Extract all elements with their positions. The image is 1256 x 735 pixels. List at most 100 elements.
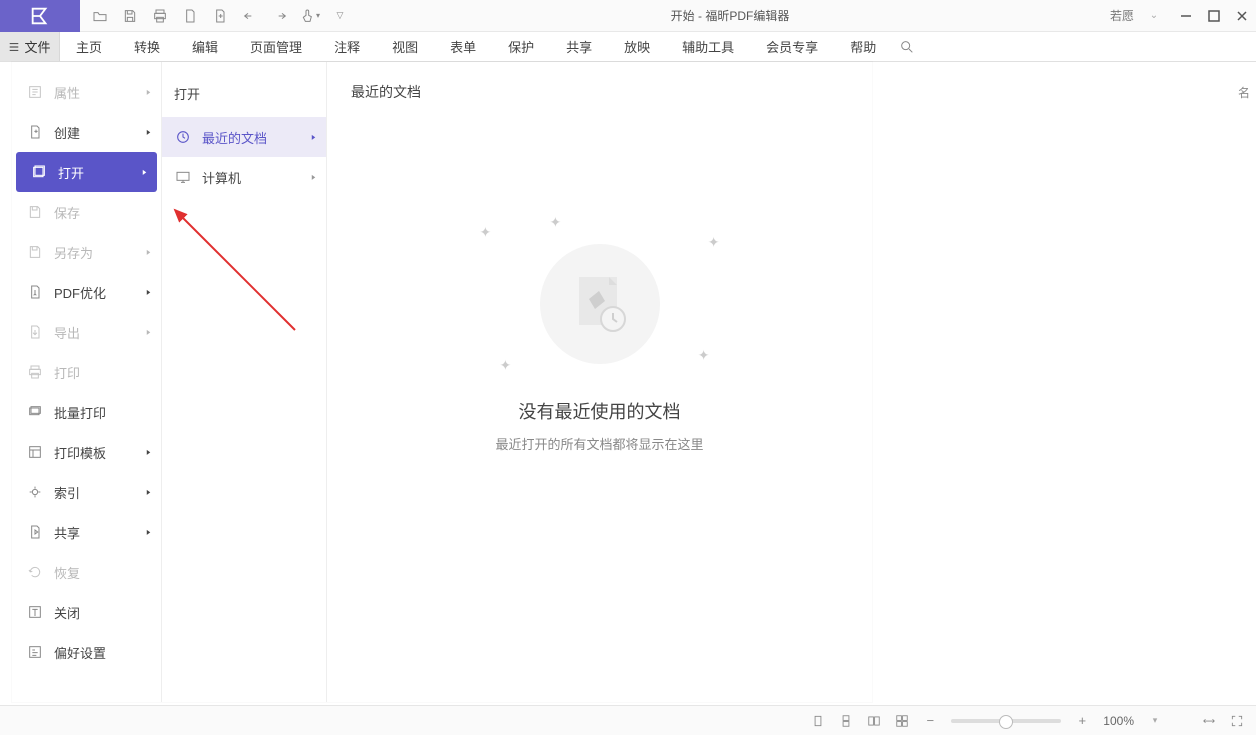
nav-create[interactable]: 创建▸ <box>12 112 161 152</box>
nav-label: 打印模板 <box>54 443 106 462</box>
empty-illustration <box>540 244 660 364</box>
zoom-slider[interactable] <box>951 719 1061 723</box>
nav-label: 恢复 <box>54 563 80 582</box>
zoom-out-icon[interactable]: − <box>919 710 941 732</box>
empty-subtitle: 最近打开的所有文档都将显示在这里 <box>495 434 703 453</box>
clock-icon <box>174 128 192 146</box>
save-as-icon <box>26 243 44 261</box>
qat-dropdown-icon[interactable]: ▽ <box>326 2 354 30</box>
content-title: 最近的文档 <box>351 82 848 102</box>
nav-label: 另存为 <box>54 243 93 262</box>
user-dropdown-icon[interactable]: ⌄ <box>1140 2 1168 30</box>
subnav-recent[interactable]: 最近的文档 ▸ <box>162 117 326 157</box>
nav-label: 保存 <box>54 203 80 222</box>
nav-save[interactable]: 保存 <box>12 192 161 232</box>
nav-label: 共享 <box>54 523 80 542</box>
nav-print-template[interactable]: 打印模板▸ <box>12 432 161 472</box>
nav-share[interactable]: 共享▸ <box>12 512 161 552</box>
view-facing-cont-icon[interactable] <box>891 710 913 732</box>
create-icon <box>26 123 44 141</box>
quick-access-toolbar: ▾ ▽ <box>80 2 360 30</box>
nav-index[interactable]: 索引▸ <box>12 472 161 512</box>
nav-recover[interactable]: 恢复 <box>12 552 161 592</box>
nav-label: 打印 <box>54 363 80 382</box>
open-icon[interactable] <box>86 2 114 30</box>
file-menu-backstage: 属性▸ 创建▸ 打开▸ 保存 另存为▸ PDF优化▸ 导出▸ 打印 <box>12 62 872 702</box>
nav-open[interactable]: 打开▸ <box>16 152 157 192</box>
optimize-icon <box>26 283 44 301</box>
ribbon-tab[interactable]: 视图 <box>376 37 434 56</box>
view-single-icon[interactable] <box>807 710 829 732</box>
app-logo <box>0 0 80 32</box>
nav-properties[interactable]: 属性▸ <box>12 72 161 112</box>
subnav-label: 计算机 <box>202 168 241 187</box>
zoom-in-icon[interactable]: + <box>1071 710 1093 732</box>
user-name[interactable]: 若愿 <box>1104 7 1140 24</box>
nav-optimize[interactable]: PDF优化▸ <box>12 272 161 312</box>
nav-preferences[interactable]: 偏好设置 <box>12 632 161 672</box>
index-icon <box>26 483 44 501</box>
zoom-dropdown-icon[interactable]: ▾ <box>1144 710 1166 732</box>
export-icon <box>26 323 44 341</box>
maximize-icon[interactable] <box>1200 2 1228 30</box>
print-icon[interactable] <box>146 2 174 30</box>
file-tab[interactable]: 文件 <box>0 32 60 61</box>
ribbon-tab[interactable]: 主页 <box>60 37 118 56</box>
view-continuous-icon[interactable] <box>835 710 857 732</box>
ribbon-tab[interactable]: 表单 <box>434 37 492 56</box>
recover-icon <box>26 563 44 581</box>
share-icon <box>26 523 44 541</box>
ribbon-tab[interactable]: 保护 <box>492 37 550 56</box>
subnav-computer[interactable]: 计算机 ▸ <box>162 157 326 197</box>
open-icon <box>30 163 48 181</box>
properties-icon <box>26 83 44 101</box>
titlebar: ▾ ▽ 开始 - 福昕PDF编辑器 若愿 ⌄ <box>0 0 1256 32</box>
new-page-icon[interactable] <box>206 2 234 30</box>
backstage-content: 最近的文档 ✦ ✦ ✦ ✦ ✦ 没有最近使用的文档 <box>327 62 872 702</box>
search-icon[interactable] <box>892 32 922 61</box>
ribbon-tab[interactable]: 会员专享 <box>750 37 834 56</box>
subnav-title: 打开 <box>162 78 326 117</box>
ribbon-tab[interactable]: 注释 <box>318 37 376 56</box>
fit-width-icon[interactable] <box>1198 710 1220 732</box>
ribbon-tab[interactable]: 共享 <box>550 37 608 56</box>
empty-state: ✦ ✦ ✦ ✦ ✦ 没有最近使用的文档 最近打开的所有文档都将显示在这里 <box>351 108 848 588</box>
ribbon-tab[interactable]: 辅助工具 <box>666 37 750 56</box>
ribbon-tab[interactable]: 页面管理 <box>234 37 318 56</box>
close-doc-icon <box>26 603 44 621</box>
nav-label: 创建 <box>54 123 80 142</box>
fullscreen-icon[interactable] <box>1226 710 1248 732</box>
touch-icon[interactable]: ▾ <box>296 2 324 30</box>
window-controls <box>1172 2 1256 30</box>
view-facing-icon[interactable] <box>863 710 885 732</box>
ribbon-tab[interactable]: 帮助 <box>834 37 892 56</box>
user-area: 若愿 ⌄ <box>1100 2 1172 30</box>
nav-export[interactable]: 导出▸ <box>12 312 161 352</box>
computer-icon <box>174 168 192 186</box>
window-title: 开始 - 福昕PDF编辑器 <box>360 7 1100 24</box>
nav-label: 偏好设置 <box>54 643 106 662</box>
nav-label: 属性 <box>54 83 80 102</box>
subnav-label: 最近的文档 <box>202 128 267 147</box>
nav-print[interactable]: 打印 <box>12 352 161 392</box>
save-icon <box>26 203 44 221</box>
nav-batch-print[interactable]: 批量打印 <box>12 392 161 432</box>
nav-label: 导出 <box>54 323 80 342</box>
nav-label: PDF优化 <box>54 283 106 302</box>
page-icon[interactable] <box>176 2 204 30</box>
redo-icon[interactable] <box>266 2 294 30</box>
ribbon-tab[interactable]: 编辑 <box>176 37 234 56</box>
minimize-icon[interactable] <box>1172 2 1200 30</box>
nav-close[interactable]: 关闭 <box>12 592 161 632</box>
close-icon[interactable] <box>1228 2 1256 30</box>
nav-label: 打开 <box>58 163 84 182</box>
ribbon-tab[interactable]: 转换 <box>118 37 176 56</box>
ribbon-tab[interactable]: 放映 <box>608 37 666 56</box>
undo-icon[interactable] <box>236 2 264 30</box>
batch-print-icon <box>26 403 44 421</box>
backstage-subnav: 打开 最近的文档 ▸ 计算机 ▸ <box>162 62 327 702</box>
empty-title: 没有最近使用的文档 <box>519 398 681 424</box>
nav-save-as[interactable]: 另存为▸ <box>12 232 161 272</box>
background-panel-text: 名 <box>880 82 1250 105</box>
save-icon[interactable] <box>116 2 144 30</box>
